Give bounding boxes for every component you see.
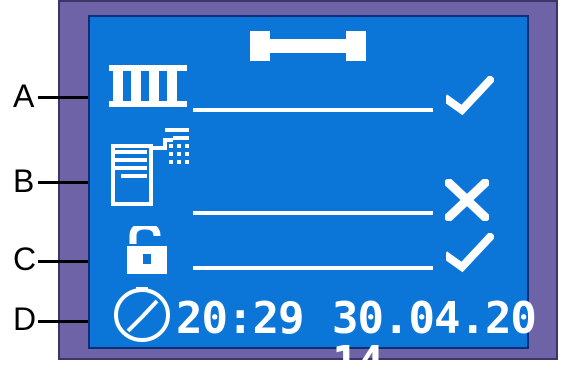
boiler-shower-icon bbox=[111, 128, 189, 206]
lcd-screen: 20:29 30.04.20 14. bbox=[88, 15, 537, 385]
callout-c: C bbox=[13, 241, 37, 277]
date-display: 30.04.20 14. bbox=[332, 293, 537, 388]
callout-a: A bbox=[13, 78, 35, 114]
clock-icon bbox=[114, 287, 170, 342]
row-b-line bbox=[193, 211, 433, 215]
radiator-icon bbox=[109, 65, 187, 107]
callout-d: D bbox=[13, 301, 37, 337]
time-display: 20:29 bbox=[176, 293, 304, 344]
callout-b: B bbox=[13, 163, 35, 199]
row-a-line bbox=[193, 108, 433, 112]
wrench-icon bbox=[250, 31, 366, 61]
row-c-line bbox=[193, 266, 433, 270]
check-icon bbox=[446, 233, 494, 273]
unlocked-padlock-icon bbox=[127, 226, 167, 274]
cross-icon bbox=[445, 179, 489, 221]
check-icon bbox=[446, 76, 494, 116]
